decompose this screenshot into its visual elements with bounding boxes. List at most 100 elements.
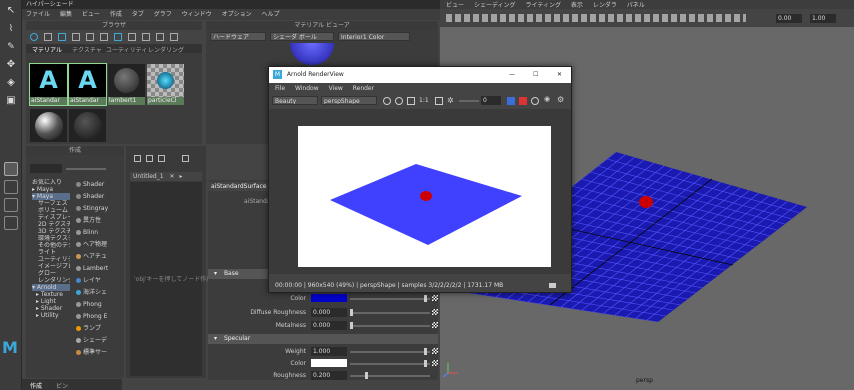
outliner-icon[interactable] <box>4 216 18 230</box>
browser-tool-icon[interactable] <box>156 33 164 41</box>
region-icon[interactable] <box>395 97 403 105</box>
list-item[interactable]: Blinn <box>74 227 118 239</box>
list-item[interactable]: ヘア物理 <box>74 239 118 251</box>
spec-color-swatch[interactable] <box>311 359 347 367</box>
tree-item[interactable]: イメージプレーン <box>32 263 70 270</box>
snapshot-icon[interactable] <box>507 97 515 105</box>
close-button[interactable]: ✕ <box>557 67 562 83</box>
rotate-tool-icon[interactable]: ◈ <box>4 76 18 90</box>
material-swatch[interactable] <box>30 109 67 144</box>
rv-menu-file[interactable]: File <box>275 83 285 94</box>
render-icon[interactable] <box>531 97 539 105</box>
tree-item[interactable]: レンダリング <box>32 277 70 284</box>
lasso-tool-icon[interactable]: ⌇ <box>4 22 18 36</box>
menu-options[interactable]: オプション <box>222 9 252 20</box>
map-button-icon[interactable] <box>432 360 438 366</box>
metalness-slider[interactable] <box>350 325 430 327</box>
browser-tool-icon[interactable] <box>114 33 122 41</box>
paint-tool-icon[interactable]: ✎ <box>4 40 18 54</box>
metalness-field[interactable]: 0.000 <box>311 321 347 330</box>
tree-item[interactable]: グロー <box>32 270 70 277</box>
tree-item[interactable]: ▾ Maya <box>32 193 70 200</box>
maximize-button[interactable]: ☐ <box>533 67 538 83</box>
minimize-button[interactable]: — <box>509 67 515 83</box>
menu-edit[interactable]: 編集 <box>60 9 72 20</box>
tree-item[interactable]: ▸ Maya <box>32 186 70 193</box>
slider-knob[interactable] <box>365 372 368 379</box>
tree-item[interactable]: ボリューム <box>32 207 70 214</box>
diffuse-roughness-slider[interactable] <box>350 312 430 314</box>
refresh-icon[interactable] <box>383 97 391 105</box>
material-swatch[interactable]: A aiStandar <box>68 63 107 106</box>
vp-menu-show[interactable]: 表示 <box>571 0 583 9</box>
list-item[interactable]: Phong <box>74 299 118 311</box>
list-item[interactable]: ランプ <box>74 323 118 335</box>
list-item[interactable]: 異方性 <box>74 215 118 227</box>
vp-menu-panels[interactable]: パネル <box>627 0 645 9</box>
menu-help[interactable]: ヘルプ <box>262 9 280 20</box>
weight-slider[interactable] <box>350 351 430 353</box>
camera-dropdown[interactable]: perspShape <box>321 96 377 105</box>
menu-tabs[interactable]: タブ <box>132 9 144 20</box>
menu-create[interactable]: 作成 <box>110 9 122 20</box>
slider-knob[interactable] <box>424 360 427 367</box>
tree-item[interactable]: その他のテクスチャ <box>32 242 70 249</box>
graph-tool-icon[interactable] <box>158 155 165 162</box>
crop-icon[interactable] <box>407 97 415 105</box>
list-item[interactable]: Phong E <box>74 311 118 323</box>
shape-dropdown[interactable]: シェーダ ボール <box>270 32 334 41</box>
attr-tab[interactable]: aiStandardSurface <box>208 182 268 191</box>
section-specular[interactable]: ▾ Specular <box>208 334 438 344</box>
stop-render-icon[interactable] <box>519 97 527 105</box>
tree-item[interactable]: お気に入り <box>32 179 70 186</box>
create-search-input[interactable] <box>30 164 62 173</box>
tree-item[interactable]: サーフェス <box>32 200 70 207</box>
list-item[interactable]: シェーデ <box>74 335 118 347</box>
tree-item[interactable]: ユーティリティ <box>32 256 70 263</box>
browser-tool-icon[interactable] <box>86 33 94 41</box>
graph-tool-icon[interactable] <box>146 155 153 162</box>
browser-tool-icon[interactable] <box>100 33 108 41</box>
layout-single-icon[interactable] <box>4 162 18 176</box>
tab-materials[interactable]: マテリアル <box>32 45 62 53</box>
map-button-icon[interactable] <box>432 348 438 354</box>
camera-snap-icon[interactable] <box>549 283 556 288</box>
material-swatch[interactable]: A aiStandar <box>29 63 68 106</box>
ipr-icon[interactable]: ◉ <box>544 95 550 103</box>
roughness-slider[interactable] <box>350 375 430 377</box>
map-button-icon[interactable] <box>432 309 438 315</box>
material-swatch[interactable]: particleCl <box>147 64 184 105</box>
tree-item[interactable]: ▸ Shader <box>32 305 70 312</box>
menu-file[interactable]: ファイル <box>26 9 50 20</box>
vp-menu-shading[interactable]: シェーディング <box>474 0 516 9</box>
tree-item[interactable]: ▾ Arnold <box>32 284 70 291</box>
create-slider[interactable] <box>66 168 106 170</box>
vp-field-1[interactable]: 0.00 <box>776 14 802 23</box>
slider-knob[interactable] <box>424 348 427 355</box>
tree-item[interactable]: ▸ Utility <box>32 312 70 319</box>
menu-view[interactable]: ビュー <box>82 9 100 20</box>
slider-knob[interactable] <box>350 322 353 329</box>
weight-field[interactable]: 1.000 <box>311 347 347 356</box>
rv-gear-icon[interactable]: ⚙ <box>557 95 564 104</box>
list-item[interactable]: Shader <box>74 179 118 191</box>
browser-tool-icon[interactable] <box>72 33 80 41</box>
map-button-icon[interactable] <box>432 295 438 301</box>
spec-color-slider[interactable] <box>350 363 430 365</box>
exposure-field[interactable]: 0 <box>481 96 501 105</box>
list-item[interactable]: レイヤ <box>74 275 118 287</box>
rv-menu-render[interactable]: Render <box>353 83 374 94</box>
tree-item[interactable]: ディスプレイ <box>32 214 70 221</box>
tree-item[interactable]: ▸ Light <box>32 298 70 305</box>
select-tool-icon[interactable]: ↖ <box>4 4 18 18</box>
list-item[interactable]: Stingray <box>74 203 118 215</box>
material-swatch[interactable]: lambert1 <box>108 64 145 105</box>
list-item[interactable]: 標準サー <box>74 347 118 359</box>
tree-item[interactable]: ライト <box>32 249 70 256</box>
tab-utilities[interactable]: ユーティリティ <box>106 45 147 53</box>
vp-menu-renderer[interactable]: レンダラ <box>593 0 617 9</box>
tree-item[interactable]: 2D テクスチャ <box>32 221 70 228</box>
scale-tool-icon[interactable]: ▣ <box>4 94 18 108</box>
fit-icon[interactable] <box>435 97 443 105</box>
tab-rendering[interactable]: レンダリング <box>148 45 184 53</box>
